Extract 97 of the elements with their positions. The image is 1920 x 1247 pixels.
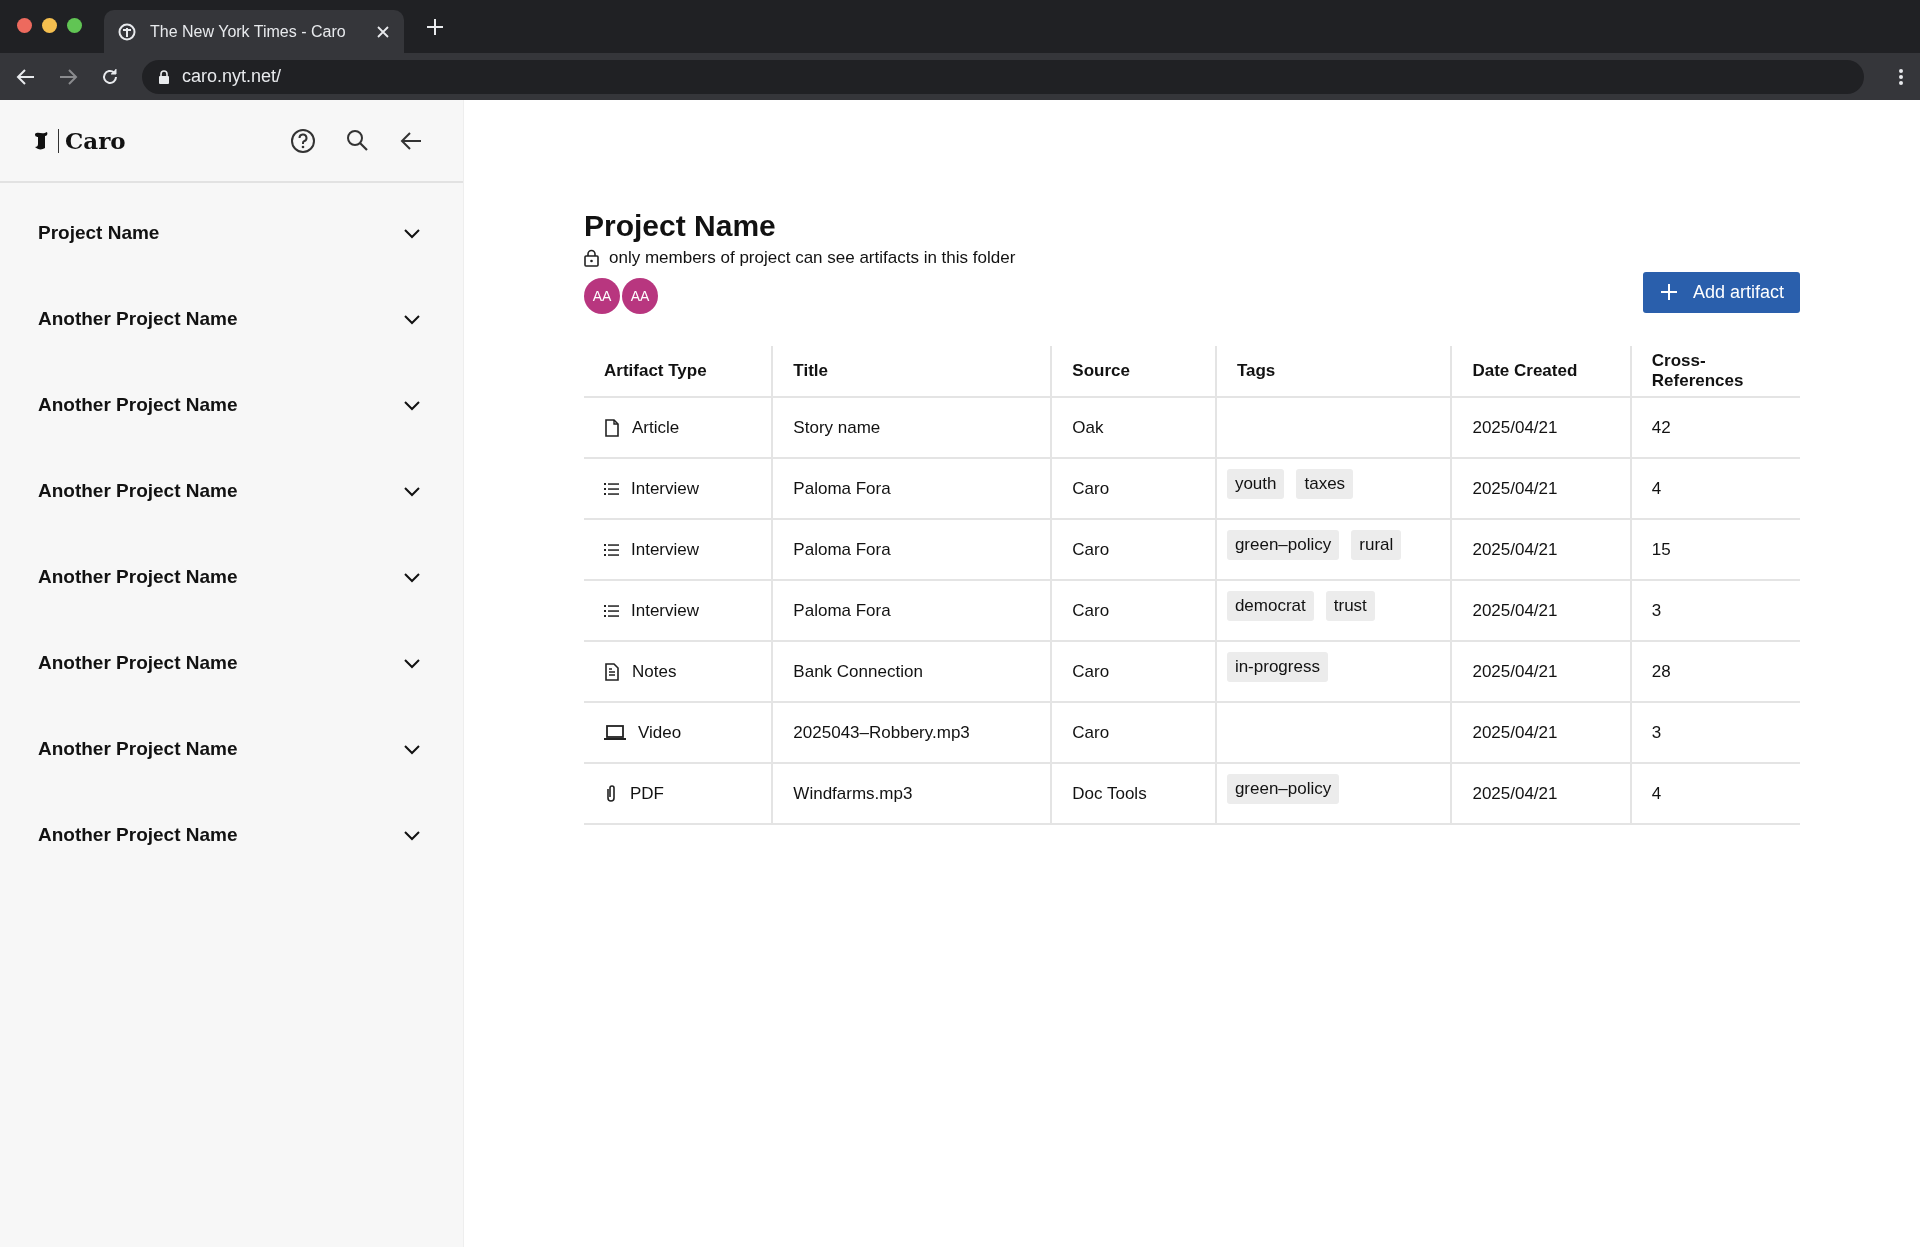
project-item[interactable]: Another Project Name — [0, 799, 463, 885]
table-cell: Story name — [772, 397, 1052, 458]
artifact-type: Article — [632, 417, 680, 438]
table-cell: 2025/04/21 — [1451, 458, 1631, 519]
tab-title: The New York Times - Caro — [150, 22, 347, 41]
project-item[interactable]: Another Project Name — [0, 627, 463, 713]
table-cell: 2025/04/21 — [1451, 397, 1631, 458]
chevron-down-icon — [403, 742, 421, 756]
table-cell: Oak — [1051, 397, 1216, 458]
table-cell: Caro — [1051, 580, 1216, 641]
table-cell: Doc Tools — [1051, 763, 1216, 824]
back-arrow-icon[interactable] — [16, 66, 36, 87]
list-icon — [604, 541, 619, 558]
artifact-type: Interview — [631, 478, 700, 499]
text-document-icon — [604, 662, 620, 681]
privacy-note: only members of project can see artifacts in this folder — [609, 248, 1016, 268]
chevron-down-icon — [403, 570, 421, 584]
table-cell: Paloma Fora — [772, 519, 1052, 580]
table-cell: 4 — [1630, 458, 1800, 519]
table-cell: 2025043–Robbery.mp3 — [772, 702, 1052, 763]
table-cell: Paloma Fora — [772, 458, 1052, 519]
table-cell: 2025/04/21 — [1451, 641, 1631, 702]
column-header: Date Created — [1451, 346, 1631, 397]
page-title: Project Name — [584, 208, 777, 244]
search-icon[interactable] — [346, 129, 369, 152]
artifact-type: Video — [638, 722, 682, 743]
tag-chip[interactable]: youth — [1226, 468, 1285, 499]
tag-chip[interactable]: trust — [1325, 590, 1375, 621]
document-icon — [604, 418, 620, 437]
column-header: Artifact Type — [584, 346, 773, 397]
table-cell: Caro — [1051, 519, 1216, 580]
tag-chip[interactable]: democrat — [1226, 590, 1314, 621]
table-cell: 15 — [1630, 519, 1800, 580]
project-item[interactable]: Project Name — [0, 197, 463, 283]
table-cell: 42 — [1630, 397, 1800, 458]
forward-arrow-icon[interactable] — [58, 66, 78, 87]
tag-chip[interactable]: in-progress — [1226, 651, 1328, 682]
lock-icon — [584, 249, 599, 267]
window-control-button[interactable] — [67, 18, 82, 33]
chevron-down-icon — [403, 226, 421, 240]
close-icon[interactable] — [376, 24, 390, 39]
plus-icon — [1660, 284, 1677, 300]
tag-chip[interactable]: taxes — [1296, 468, 1354, 499]
table-cell: 4 — [1630, 763, 1800, 824]
laptop-icon — [604, 724, 626, 741]
reload-icon[interactable] — [100, 66, 120, 87]
new-tab-icon[interactable] — [426, 17, 444, 36]
column-header: Tags — [1215, 346, 1452, 397]
tag-chip[interactable]: green–policy — [1226, 529, 1340, 560]
table-cell: 3 — [1630, 580, 1800, 641]
column-header: Title — [772, 346, 1052, 397]
chevron-down-icon — [403, 312, 421, 326]
list-icon — [604, 480, 619, 497]
project-item[interactable]: Another Project Name — [0, 369, 463, 455]
column-header: Source — [1051, 346, 1216, 397]
url-text: caro.nyt.net/ — [182, 66, 282, 87]
artifact-type: PDF — [630, 783, 664, 804]
browser-tab[interactable]: The New York Times - Caro — [104, 10, 404, 53]
address-bar[interactable]: caro.nyt.net/ — [142, 59, 1864, 94]
window-control-button[interactable] — [17, 18, 32, 33]
table-cell: Caro — [1051, 458, 1216, 519]
chevron-down-icon — [403, 656, 421, 670]
app-name: Caro — [65, 127, 126, 154]
chevron-down-icon — [403, 398, 421, 412]
column-header: Cross-References — [1630, 346, 1800, 397]
chevron-down-icon — [403, 828, 421, 842]
more-menu-icon[interactable] — [1898, 67, 1904, 86]
table-cell: Bank Connection — [772, 641, 1052, 702]
artifact-type: Notes — [632, 661, 677, 682]
table-cell: 2025/04/21 — [1451, 580, 1631, 641]
table-cell: Paloma Fora — [772, 580, 1052, 641]
chevron-down-icon — [403, 484, 421, 498]
table-cell: 2025/04/21 — [1451, 519, 1631, 580]
table-cell: 2025/04/21 — [1451, 763, 1631, 824]
table-cell: 28 — [1630, 641, 1800, 702]
artifact-type: Interview — [631, 539, 700, 560]
window-control-button[interactable] — [42, 18, 57, 33]
paperclip-icon — [604, 784, 618, 803]
table-cell: 2025/04/21 — [1451, 702, 1631, 763]
table-cell: Caro — [1051, 641, 1216, 702]
list-icon — [604, 602, 619, 619]
project-item[interactable]: Another Project Name — [0, 455, 463, 541]
artifact-type: Interview — [631, 600, 700, 621]
tag-chip[interactable]: green–policy — [1226, 773, 1340, 804]
help-icon[interactable] — [290, 127, 316, 154]
table-cell: Windfarms.mp3 — [772, 763, 1052, 824]
add-artifact-button[interactable]: Add artifact — [1642, 271, 1800, 313]
tag-chip[interactable]: rural — [1351, 529, 1402, 560]
table-cell: 3 — [1630, 702, 1800, 763]
table-cell: Caro — [1051, 702, 1216, 763]
lock-icon — [158, 69, 170, 84]
site-favicon-icon — [118, 22, 136, 41]
member-avatar[interactable]: AA — [584, 278, 620, 314]
project-item[interactable]: Another Project Name — [0, 283, 463, 369]
project-item[interactable]: Another Project Name — [0, 713, 463, 799]
project-item[interactable]: Another Project Name — [0, 541, 463, 627]
member-avatar[interactable]: AA — [622, 278, 658, 314]
